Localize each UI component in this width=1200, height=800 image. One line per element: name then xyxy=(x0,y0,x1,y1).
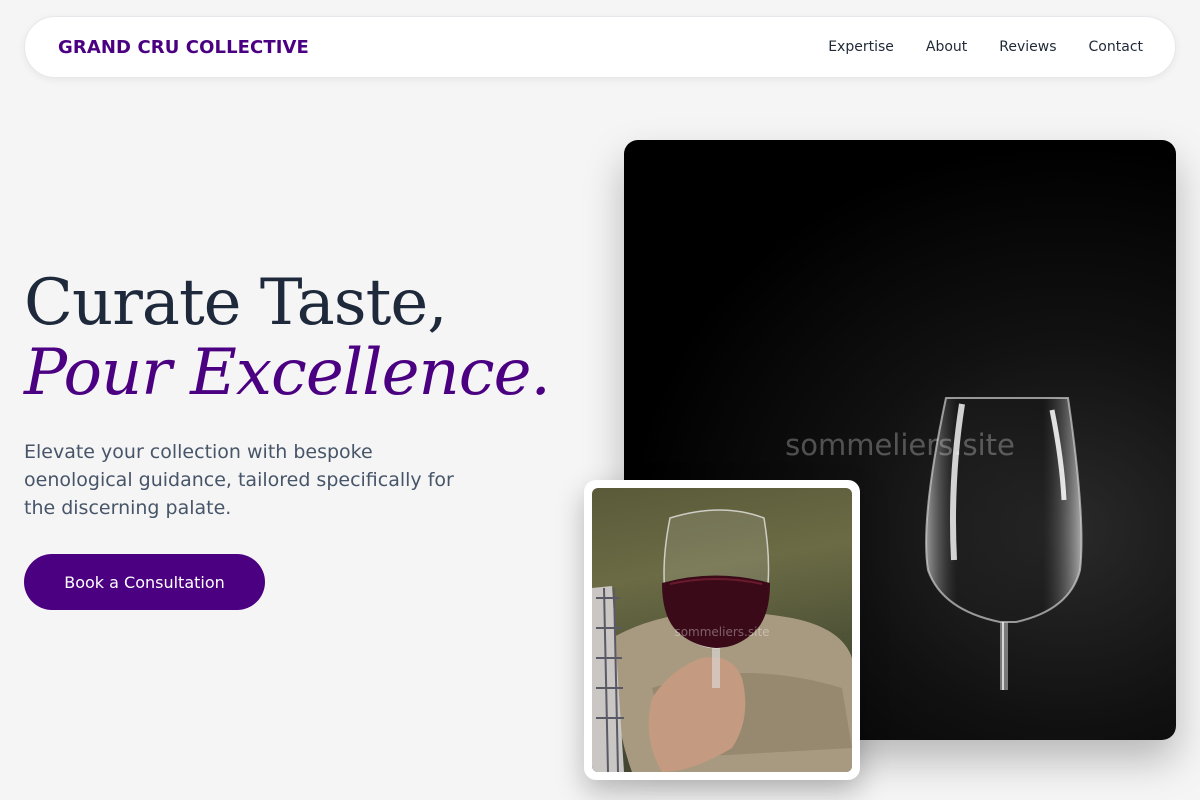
navbar: GRAND CRU COLLECTIVE Expertise About Rev… xyxy=(24,16,1176,78)
nav-links: Expertise About Reviews Contact xyxy=(828,39,1143,55)
nav-link-contact[interactable]: Contact xyxy=(1089,39,1143,55)
inset-image-watermark: sommeliers.site xyxy=(674,625,770,639)
nav-link-reviews[interactable]: Reviews xyxy=(999,39,1056,55)
nav-link-expertise[interactable]: Expertise xyxy=(828,39,894,55)
book-consultation-button[interactable]: Book a Consultation xyxy=(24,554,265,610)
headline-line-1: Curate Taste, xyxy=(24,266,448,340)
main-image-watermark: sommeliers.site xyxy=(785,428,1015,462)
inset-photo-card: sommeliers.site xyxy=(584,480,860,780)
nav-link-about[interactable]: About xyxy=(926,39,967,55)
hero-subtext: Elevate your collection with bespoke oen… xyxy=(24,441,454,519)
hero-headline: Curate Taste, Pour Excellence. xyxy=(24,266,551,410)
headline-line-2: Pour Excellence. xyxy=(24,336,551,410)
brand-logo[interactable]: GRAND CRU COLLECTIVE xyxy=(58,37,309,58)
wine-tasting-photo: sommeliers.site xyxy=(592,488,852,772)
page: GRAND CRU COLLECTIVE Expertise About Rev… xyxy=(0,0,1200,800)
